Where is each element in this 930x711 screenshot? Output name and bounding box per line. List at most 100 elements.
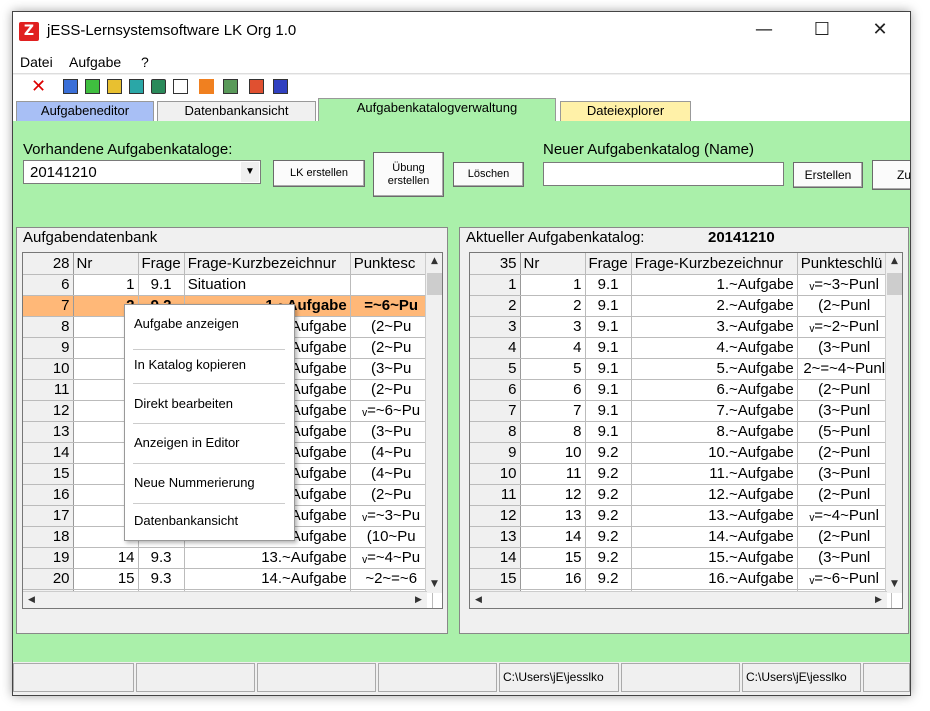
row-number[interactable]: 13	[470, 526, 521, 548]
table-cell[interactable]: (3~Punl	[797, 463, 892, 485]
table-cell[interactable]: 14.~Aufgabe	[184, 568, 351, 590]
row-number[interactable]: 19	[23, 547, 74, 569]
table-cell[interactable]: 9.1	[138, 274, 185, 296]
table-cell[interactable]: 11	[520, 463, 586, 485]
table-cell[interactable]: 9.2	[585, 568, 632, 590]
ctx-neue-nummerierung[interactable]: Neue Nummerierung	[134, 475, 255, 490]
table-cell[interactable]: ᵥ=~2~Punl	[797, 316, 892, 338]
table-row[interactable]: 6 6 9.1 6.~Aufgabe (2~Punl	[470, 379, 892, 401]
row-number[interactable]: 7	[470, 400, 521, 422]
delete-catalog-button[interactable]: Löschen	[453, 162, 524, 187]
create-catalog-button[interactable]: Erstellen	[793, 162, 863, 188]
catalog-grid[interactable]: 35 Nr Frage Frage-Kurzbezeichnur Punkteschlü…	[469, 252, 903, 609]
table-cell[interactable]: 1	[520, 274, 586, 296]
row-number[interactable]: 7	[23, 295, 74, 317]
table-cell[interactable]: (2~Punl	[797, 379, 892, 401]
table-cell[interactable]: (2~Punl	[797, 295, 892, 317]
tab-aufgabeneditor[interactable]: Aufgabeneditor	[16, 101, 154, 121]
table-cell[interactable]: 5.~Aufgabe	[631, 358, 798, 380]
exit-icon[interactable]	[273, 79, 288, 94]
table-row[interactable]: 12 13 9.2 13.~Aufgabe ᵥ=~4~Punl	[470, 505, 892, 527]
table-cell[interactable]: 7	[520, 400, 586, 422]
table-cell[interactable]: ~2~=~6	[350, 568, 433, 590]
minimize-button[interactable]: —	[735, 12, 793, 50]
table-row[interactable]: 8 8 9.1 8.~Aufgabe (5~Punl	[470, 421, 892, 443]
table-cell[interactable]: 13.~Aufgabe	[184, 547, 351, 569]
row-number[interactable]: 10	[470, 463, 521, 485]
table-cell[interactable]: ᵥ=~3~Pu	[350, 505, 433, 527]
table-cell[interactable]: 12.~Aufgabe	[631, 484, 798, 506]
grid-icon[interactable]	[223, 79, 238, 94]
table-cell[interactable]: (2~Pu	[350, 337, 433, 359]
table-row[interactable]: 5 5 9.1 5.~Aufgabe 2~=~4~Punl	[470, 358, 892, 380]
chevron-down-icon[interactable]: ▼	[241, 162, 259, 182]
row-number[interactable]: 11	[23, 379, 74, 401]
new-catalog-input[interactable]	[543, 162, 784, 186]
row-number[interactable]: 4	[470, 337, 521, 359]
table-cell[interactable]: 14	[520, 526, 586, 548]
table-cell[interactable]: (3~Punl	[797, 400, 892, 422]
table-cell[interactable]: 9.3	[138, 568, 185, 590]
table-cell[interactable]: (2~Pu	[350, 484, 433, 506]
table-cell[interactable]: 8	[520, 421, 586, 443]
row-number[interactable]: 15	[23, 463, 74, 485]
ctx-anzeigen-in-editor[interactable]: Anzeigen in Editor	[134, 435, 240, 450]
table-cell[interactable]: =~6~Pu	[350, 295, 433, 317]
table-cell[interactable]: 9.1	[585, 295, 632, 317]
table-cell[interactable]: 9.1	[585, 421, 632, 443]
row-number[interactable]: 5	[470, 358, 521, 380]
create-exercise-button[interactable]: Übung erstellen	[373, 152, 444, 197]
table-cell[interactable]: (2~Punl	[797, 526, 892, 548]
scroll-left-icon[interactable]: ◀	[23, 592, 40, 608]
table-cell[interactable]: 5	[520, 358, 586, 380]
scroll-thumb[interactable]	[427, 273, 442, 295]
row-number[interactable]: 6	[470, 379, 521, 401]
tab-dateiexplorer[interactable]: Dateiexplorer	[560, 101, 691, 121]
table-cell[interactable]: 2	[520, 295, 586, 317]
table-cell[interactable]: 9.1	[585, 316, 632, 338]
column-header[interactable]: 28	[23, 253, 74, 275]
table-cell[interactable]: 2~=~4~Punl	[797, 358, 892, 380]
row-number[interactable]: 1	[470, 274, 521, 296]
table-row[interactable]: 3 3 9.1 3.~Aufgabe ᵥ=~2~Punl	[470, 316, 892, 338]
menu-aufgabe[interactable]: Aufgabe	[69, 54, 121, 70]
row-number[interactable]: 18	[23, 526, 74, 548]
create-lk-button[interactable]: LK erstellen	[273, 160, 365, 187]
row-number[interactable]: 2	[470, 295, 521, 317]
table-cell[interactable]: ᵥ=~4~Punl	[797, 505, 892, 527]
table-cell[interactable]: 13.~Aufgabe	[631, 505, 798, 527]
row-number[interactable]: 8	[23, 316, 74, 338]
database-vscroll[interactable]: ▲ ▼	[425, 253, 442, 593]
table-cell[interactable]: 9.3	[138, 547, 185, 569]
table-row[interactable]: 14 15 9.2 15.~Aufgabe (3~Punl	[470, 547, 892, 569]
table-row[interactable]: 13 14 9.2 14.~Aufgabe (2~Punl	[470, 526, 892, 548]
table-cell[interactable]: 9.2	[585, 547, 632, 569]
cut-button[interactable]: Zu	[872, 160, 910, 190]
table-row[interactable]: 2 2 9.1 2.~Aufgabe (2~Punl	[470, 295, 892, 317]
table-cell[interactable]: 15	[520, 547, 586, 569]
scroll-left-icon[interactable]: ◀	[470, 592, 487, 608]
scroll-right-icon[interactable]: ▶	[410, 592, 427, 608]
table-cell[interactable]: ᵥ=~6~Pu	[350, 400, 433, 422]
table-cell[interactable]: (2~Pu	[350, 316, 433, 338]
scroll-thumb[interactable]	[887, 273, 902, 295]
table-cell[interactable]: 10.~Aufgabe	[631, 442, 798, 464]
table-cell[interactable]: 6	[520, 379, 586, 401]
ctx-direkt-bearbeiten[interactable]: Direkt bearbeiten	[134, 396, 233, 411]
document-yellow-icon[interactable]	[107, 79, 122, 94]
row-number[interactable]: 12	[23, 400, 74, 422]
catalog-hscroll[interactable]: ◀ ▶	[470, 591, 887, 608]
column-header[interactable]: Nr	[520, 253, 586, 275]
row-number[interactable]: 14	[470, 547, 521, 569]
menu-help[interactable]: ?	[141, 54, 149, 70]
tab-datenbankansicht[interactable]: Datenbankansicht	[157, 101, 316, 121]
table-cell[interactable]: 6.~Aufgabe	[631, 379, 798, 401]
table-cell[interactable]	[350, 274, 433, 296]
column-header[interactable]: Frage	[138, 253, 185, 275]
row-number[interactable]: 9	[470, 442, 521, 464]
ctx-aufgabe-anzeigen[interactable]: Aufgabe anzeigen	[134, 316, 239, 331]
table-cell[interactable]: (10~Pu	[350, 526, 433, 548]
table-cell[interactable]: (2~Punl	[797, 484, 892, 506]
table-row[interactable]: 7 7 9.1 7.~Aufgabe (3~Punl	[470, 400, 892, 422]
table-cell[interactable]: 7.~Aufgabe	[631, 400, 798, 422]
